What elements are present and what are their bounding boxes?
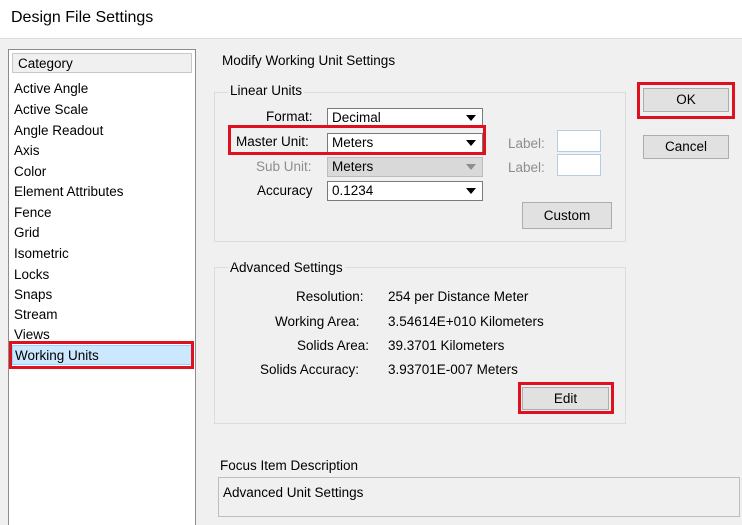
category-item-element-attributes[interactable]: Element Attributes: [12, 182, 192, 202]
chevron-down-icon: [466, 140, 476, 146]
category-item-label: Snaps: [14, 287, 53, 302]
format-dropdown[interactable]: Decimal: [327, 108, 483, 128]
window-title: Design File Settings: [11, 9, 154, 26]
category-item-label: Color: [14, 164, 47, 179]
category-header-label: Category: [18, 56, 73, 71]
custom-button[interactable]: Custom: [522, 202, 612, 229]
ok-button-label: OK: [676, 92, 696, 107]
linear-units-title: Linear Units: [228, 83, 305, 98]
master-unit-value: Meters: [332, 135, 374, 150]
category-item-views[interactable]: Views: [12, 325, 192, 345]
category-item-label: Stream: [14, 307, 58, 322]
category-item-stream[interactable]: Stream: [12, 305, 192, 325]
ok-button[interactable]: OK: [643, 88, 729, 112]
category-item-axis[interactable]: Axis: [12, 141, 192, 161]
advanced-settings-title: Advanced Settings: [228, 260, 345, 275]
category-item-label: Isometric: [14, 246, 69, 261]
category-item-label: Axis: [14, 143, 40, 158]
accuracy-value: 0.1234: [332, 183, 374, 198]
category-item-locks[interactable]: Locks: [12, 265, 192, 285]
cancel-button[interactable]: Cancel: [643, 135, 729, 159]
format-label: Format:: [266, 109, 313, 124]
edit-button-label: Edit: [553, 391, 578, 406]
category-item-active-scale[interactable]: Active Scale: [12, 100, 192, 120]
category-item-snaps[interactable]: Snaps: [12, 285, 192, 305]
cancel-button-label: Cancel: [664, 139, 708, 154]
category-item-label: Element Attributes: [14, 184, 124, 199]
sub-unit-dropdown: Meters: [327, 157, 483, 177]
master-label-field[interactable]: [557, 130, 601, 152]
category-item-working-units[interactable]: Working Units: [12, 345, 192, 365]
category-item-label: Views: [14, 327, 50, 342]
sub-label-field[interactable]: [557, 154, 601, 176]
solids-area-label: Solids Area:: [297, 338, 370, 353]
category-list[interactable]: Category Active Angle Active Scale Angle…: [8, 49, 196, 525]
category-item-active-angle[interactable]: Active Angle: [12, 79, 192, 99]
category-item-isometric[interactable]: Isometric: [12, 244, 192, 264]
accuracy-label: Accuracy: [257, 183, 313, 198]
working-area-value: 3.54614E+010 Kilometers: [388, 314, 544, 329]
sub-unit-label: Sub Unit:: [256, 159, 312, 174]
edit-button[interactable]: Edit: [522, 387, 609, 410]
solids-area-value: 39.3701 Kilometers: [388, 338, 505, 353]
sub-unit-value: Meters: [332, 159, 374, 174]
master-label-caption: Label:: [508, 136, 545, 151]
category-item-label: Active Angle: [14, 81, 89, 96]
category-item-color[interactable]: Color: [12, 162, 192, 182]
design-file-settings-dialog: Design File Settings Category Active Ang…: [0, 0, 742, 525]
master-unit-dropdown[interactable]: Meters: [327, 133, 483, 153]
panel-title: Modify Working Unit Settings: [222, 53, 396, 68]
format-value: Decimal: [332, 110, 381, 125]
chevron-down-icon: [466, 188, 476, 194]
custom-button-label: Custom: [543, 208, 591, 223]
resolution-label: Resolution:: [296, 289, 364, 304]
category-item-label: Fence: [14, 205, 52, 220]
category-item-label: Grid: [14, 225, 40, 240]
category-item-angle-readout[interactable]: Angle Readout: [12, 121, 192, 141]
category-item-label: Active Scale: [14, 102, 89, 117]
chevron-down-icon: [466, 115, 476, 121]
title-separator: [0, 38, 742, 39]
title-bar: Design File Settings: [0, 0, 742, 38]
resolution-value: 254 per Distance Meter: [388, 289, 529, 304]
solids-accuracy-value: 3.93701E-007 Meters: [388, 362, 518, 377]
working-area-label: Working Area:: [275, 314, 360, 329]
category-item-label: Angle Readout: [14, 123, 104, 138]
solids-accuracy-label: Solids Accuracy:: [260, 362, 360, 377]
focus-item-description-text: Advanced Unit Settings: [223, 485, 364, 500]
focus-item-description-box: Advanced Unit Settings: [218, 477, 740, 517]
category-item-label: Working Units: [15, 348, 99, 363]
category-item-label: Locks: [14, 267, 50, 282]
accuracy-dropdown[interactable]: 0.1234: [327, 181, 483, 201]
category-item-fence[interactable]: Fence: [12, 203, 192, 223]
master-unit-label: Master Unit:: [236, 134, 309, 149]
category-header[interactable]: Category: [12, 53, 192, 73]
sub-label-caption: Label:: [508, 160, 545, 175]
focus-item-title: Focus Item Description: [220, 458, 359, 473]
category-item-grid[interactable]: Grid: [12, 223, 192, 243]
chevron-down-icon: [466, 164, 476, 170]
